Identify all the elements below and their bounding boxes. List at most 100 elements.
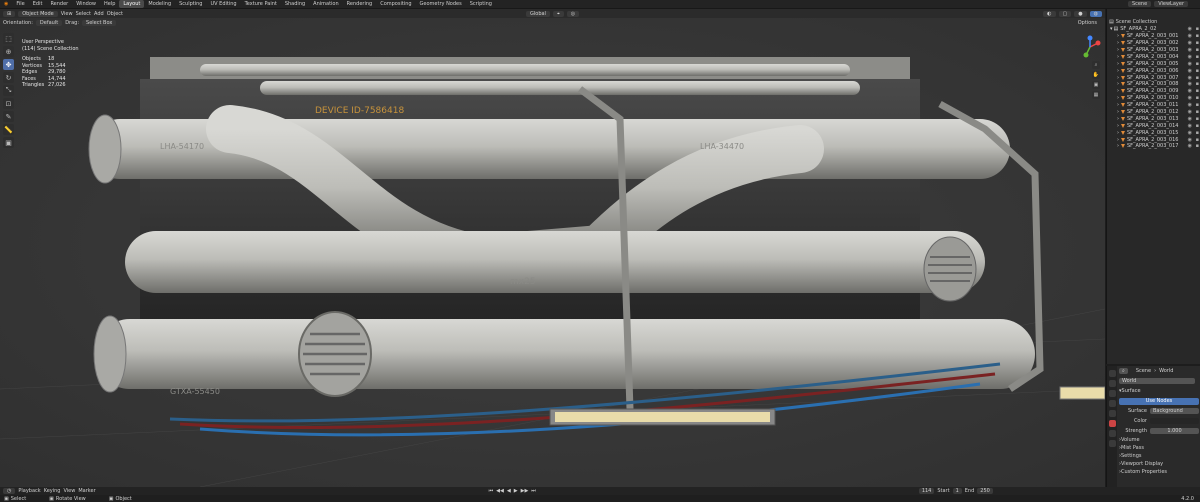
menu-view[interactable]: View xyxy=(61,11,73,17)
menu-window[interactable]: Window xyxy=(72,1,100,7)
outliner-object-row[interactable]: › SF_APRA_2_003_007 ◉ ▪ xyxy=(1107,74,1200,81)
chevron-right-icon[interactable]: › xyxy=(1117,47,1119,53)
outliner-object-row[interactable]: › SF_APRA_2_003_010 ◉ ▪ xyxy=(1107,95,1200,102)
eye-icon[interactable]: ◉ xyxy=(1188,88,1192,94)
camera-icon[interactable]: ▪ xyxy=(1196,68,1199,74)
eye-icon[interactable]: ◉ xyxy=(1188,143,1192,149)
jump-start-icon[interactable]: ⏮ xyxy=(489,488,494,494)
next-key-icon[interactable]: ▶▶ xyxy=(521,488,529,494)
add-cube-icon[interactable]: ▣ xyxy=(3,137,14,148)
playback-menu[interactable]: Playback xyxy=(18,488,40,494)
prev-key-icon[interactable]: ◀◀ xyxy=(496,488,504,494)
cursor-icon[interactable]: ⊕ xyxy=(3,46,14,57)
timeline-view-menu[interactable]: View xyxy=(63,488,75,494)
eye-icon[interactable]: ◉ xyxy=(1188,47,1192,53)
eye-icon[interactable]: ◉ xyxy=(1188,137,1192,143)
tab-animation[interactable]: Animation xyxy=(309,0,343,8)
grid-icon[interactable]: ▦ xyxy=(1092,91,1100,99)
collection-tab-icon[interactable] xyxy=(1108,430,1116,437)
outliner-object-row[interactable]: › SF_APRA_2_003_009 ◉ ▪ xyxy=(1107,88,1200,95)
eye-icon[interactable]: ◉ xyxy=(1188,68,1192,74)
menu-help[interactable]: Help xyxy=(100,1,119,7)
custom-properties-panel-header[interactable]: Custom Properties xyxy=(1121,469,1167,475)
chevron-right-icon[interactable]: › xyxy=(1117,81,1119,87)
eye-icon[interactable]: ◉ xyxy=(1188,130,1192,136)
outliner-object-row[interactable]: › SF_APRA_2_003_016 ◉ ▪ xyxy=(1107,136,1200,143)
camera-icon[interactable]: ▪ xyxy=(1196,81,1199,87)
drag-dropdown[interactable]: Select Box xyxy=(82,19,117,26)
outliner-object-row[interactable]: › SF_APRA_2_003_002 ◉ ▪ xyxy=(1107,40,1200,47)
pan-hand-icon[interactable]: ✋ xyxy=(1092,71,1100,79)
outliner-object-row[interactable]: › SF_APRA_2_003_001 ◉ ▪ xyxy=(1107,33,1200,40)
camera-icon[interactable]: ▪ xyxy=(1196,123,1199,129)
outliner-root[interactable]: ▤ Scene Collection xyxy=(1107,19,1200,26)
camera-icon[interactable]: ▪ xyxy=(1196,33,1199,39)
mode-dropdown[interactable]: Object Mode xyxy=(18,10,58,17)
eye-icon[interactable]: ◉ xyxy=(1188,109,1192,115)
color-swatch[interactable] xyxy=(1150,418,1199,424)
outliner-object-row[interactable]: › SF_APRA_2_003_013 ◉ ▪ xyxy=(1107,115,1200,122)
outliner-object-row[interactable]: › SF_APRA_2_003_008 ◉ ▪ xyxy=(1107,81,1200,88)
scale-icon[interactable]: ⤡ xyxy=(3,85,14,96)
editor-type-icon[interactable]: ⊞ xyxy=(3,10,16,17)
camera-icon[interactable]: ▪ xyxy=(1196,102,1199,108)
eye-icon[interactable]: ◉ xyxy=(1188,40,1192,46)
chevron-right-icon[interactable]: › xyxy=(1117,68,1119,74)
timeline-editor-icon[interactable]: ◷ xyxy=(3,488,16,494)
chevron-right-icon[interactable]: › xyxy=(1117,33,1119,39)
camera-icon[interactable]: ▪ xyxy=(1196,26,1199,32)
chevron-right-icon[interactable]: › xyxy=(1117,116,1119,122)
move-icon[interactable]: ✥ xyxy=(3,59,14,70)
options-button[interactable]: Options xyxy=(1078,20,1097,26)
proportional-edit-icon[interactable]: ◎ xyxy=(566,10,580,17)
chevron-right-icon[interactable]: › xyxy=(1117,123,1119,129)
surface-panel-header[interactable]: Surface xyxy=(1122,388,1141,394)
scene-tab-icon[interactable] xyxy=(1108,410,1116,417)
jump-end-icon[interactable]: ⏭ xyxy=(531,488,536,494)
chevron-right-icon[interactable]: › xyxy=(1117,75,1119,81)
outliner-object-row[interactable]: › SF_APRA_2_003_003 ◉ ▪ xyxy=(1107,47,1200,54)
camera-icon[interactable]: ▪ xyxy=(1196,61,1199,67)
tab-layout[interactable]: Layout xyxy=(119,0,145,8)
annotate-icon[interactable]: ✎ xyxy=(3,111,14,122)
camera-icon[interactable]: ▪ xyxy=(1196,75,1199,81)
scene-selector[interactable]: Scene xyxy=(1127,1,1152,7)
eye-icon[interactable]: ◉ xyxy=(1188,61,1192,67)
menu-select[interactable]: Select xyxy=(76,11,91,17)
view-layer-selector[interactable]: ViewLayer xyxy=(1154,1,1188,7)
tab-geometry-nodes[interactable]: Geometry Nodes xyxy=(416,0,466,8)
overlay-icon[interactable]: ◐ xyxy=(1043,10,1056,17)
chevron-right-icon[interactable]: › xyxy=(1117,95,1119,101)
settings-panel-header[interactable]: Settings xyxy=(1121,453,1142,459)
tool-tab-icon[interactable] xyxy=(1108,370,1116,377)
view-layer-tab-icon[interactable] xyxy=(1108,400,1116,407)
outliner-object-row[interactable]: › SF_APRA_2_003_011 ◉ ▪ xyxy=(1107,102,1200,109)
render-tab-icon[interactable] xyxy=(1108,380,1116,387)
current-frame-field[interactable]: 114 xyxy=(918,488,935,494)
chevron-right-icon[interactable]: › xyxy=(1117,109,1119,115)
rotate-icon[interactable]: ↻ xyxy=(3,72,14,83)
select-box-icon[interactable]: ⬚ xyxy=(3,33,14,44)
mist-pass-panel-header[interactable]: Mist Pass xyxy=(1121,445,1144,451)
blender-logo-icon[interactable]: ◉ xyxy=(0,1,12,7)
chevron-right-icon[interactable]: › xyxy=(1117,130,1119,136)
camera-view-icon[interactable]: ▣ xyxy=(1092,81,1100,89)
camera-icon[interactable]: ▪ xyxy=(1196,54,1199,60)
snap-icon[interactable]: ⌖ xyxy=(552,10,564,17)
marker-menu[interactable]: Marker xyxy=(78,488,95,494)
tab-rendering[interactable]: Rendering xyxy=(343,0,377,8)
eye-icon[interactable]: ◉ xyxy=(1188,54,1192,60)
outliner-object-row[interactable]: › SF_APRA_2_003_015 ◉ ▪ xyxy=(1107,129,1200,136)
play-reverse-icon[interactable]: ◀ xyxy=(507,488,511,494)
chevron-right-icon[interactable]: › xyxy=(1117,54,1119,60)
navigation-gizmo[interactable] xyxy=(1078,35,1102,59)
start-frame-field[interactable]: 1 xyxy=(952,488,962,494)
tab-shading[interactable]: Shading xyxy=(281,0,309,8)
tab-texture-paint[interactable]: Texture Paint xyxy=(241,0,281,8)
tab-uv-editing[interactable]: UV Editing xyxy=(206,0,240,8)
output-tab-icon[interactable] xyxy=(1108,390,1116,397)
chevron-right-icon[interactable]: › xyxy=(1117,143,1119,149)
camera-icon[interactable]: ▪ xyxy=(1196,88,1199,94)
viewport-display-panel-header[interactable]: Viewport Display xyxy=(1121,461,1163,467)
xray-icon[interactable]: ▢ xyxy=(1058,10,1072,17)
